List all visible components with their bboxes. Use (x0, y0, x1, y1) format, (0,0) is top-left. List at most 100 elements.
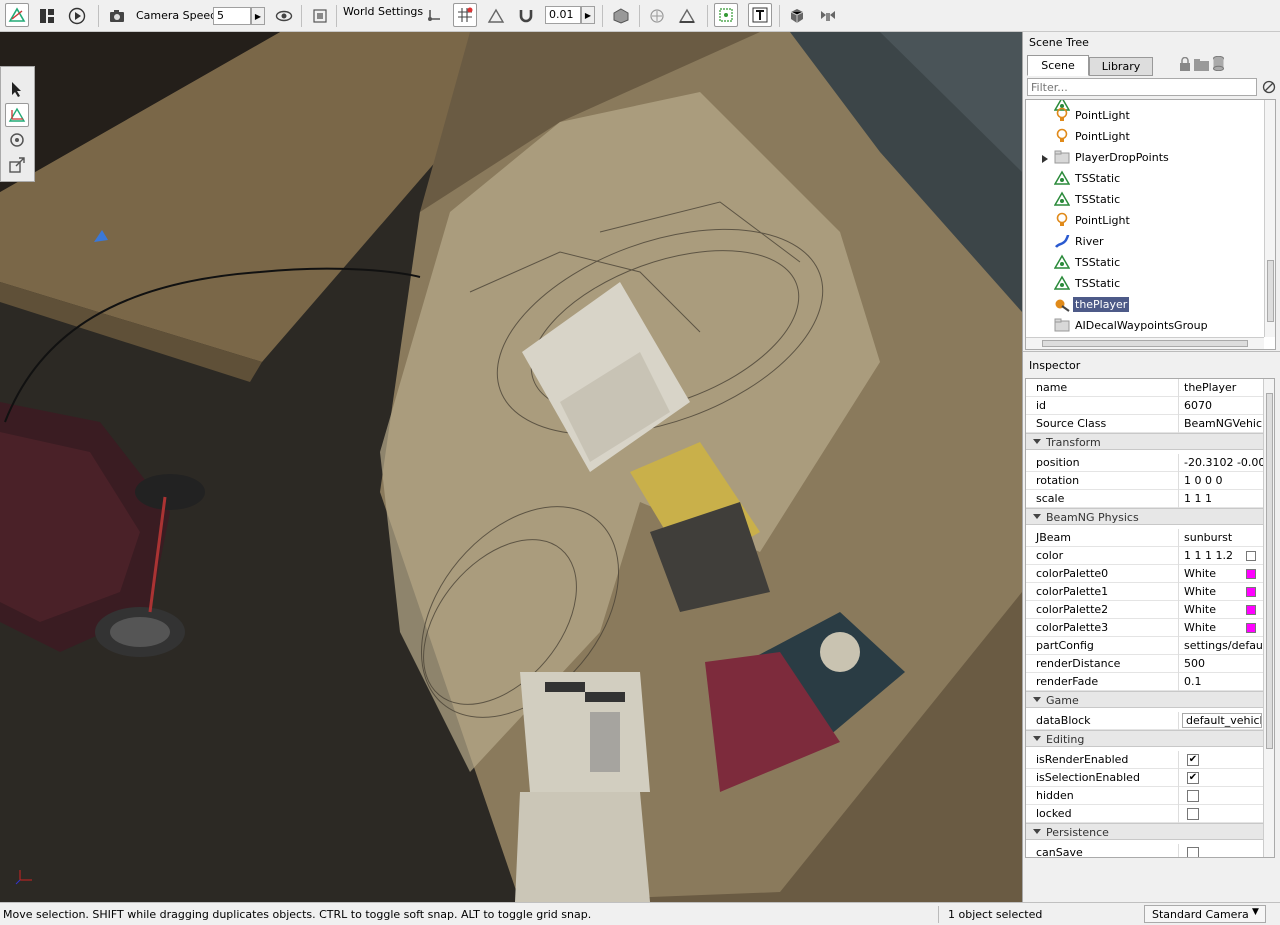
tsstatic-icon (1053, 191, 1071, 207)
field-label: colorPalette2 (1036, 603, 1109, 616)
database-icon[interactable] (1213, 55, 1224, 72)
object-box-icon[interactable] (609, 4, 633, 28)
eye-icon[interactable] (272, 4, 296, 28)
tree-item[interactable]: TSStatic (1026, 273, 1266, 294)
tree-item[interactable]: PointLight (1026, 126, 1266, 147)
field-value[interactable]: 1 1 1 (1184, 492, 1264, 505)
color-swatch[interactable] (1246, 605, 1256, 615)
filter-input[interactable] (1027, 78, 1257, 96)
field-checkbox[interactable] (1187, 847, 1199, 857)
color-swatch[interactable] (1246, 623, 1256, 633)
color-picker-icon[interactable] (1246, 551, 1256, 561)
snap-size-increment-button[interactable]: ▶ (581, 6, 595, 24)
tsstatic-icon (1053, 254, 1071, 270)
tab-scene[interactable]: Scene (1027, 55, 1089, 76)
inspector-row: scale 1 1 1 (1026, 490, 1264, 508)
folder-add-icon[interactable] (1194, 59, 1210, 71)
inspector-group-header[interactable]: Game (1026, 691, 1264, 708)
scale-gizmo-icon[interactable] (5, 153, 29, 177)
camera-speed-label: Camera Speed (136, 9, 218, 22)
inspector-group-header[interactable]: Editing (1026, 730, 1264, 747)
tree-item[interactable]: thePlayer (1026, 294, 1266, 315)
move-gizmo-icon[interactable] (5, 103, 29, 127)
tree-item[interactable]: River (1026, 231, 1266, 252)
3d-viewport[interactable] (0, 32, 1022, 902)
inspector-row: name thePlayer (1026, 379, 1264, 397)
snap-size-input[interactable]: 0.01 (545, 6, 581, 24)
inspector-group-header[interactable]: Transform (1026, 433, 1264, 450)
camera-mode-select[interactable]: Standard Camera ▼ (1144, 905, 1266, 923)
snap-to-bone-icon[interactable] (423, 4, 447, 28)
grid-snap-icon[interactable] (453, 3, 477, 27)
inspector-row: colorPalette2 White (1026, 601, 1264, 619)
field-label: name (1036, 381, 1068, 394)
field-value[interactable]: BeamNGVehicle (1184, 417, 1264, 430)
world-settings-label[interactable]: World Settings (343, 5, 423, 18)
tree-item-label: TSStatic (1075, 256, 1121, 269)
field-checkbox[interactable] (1187, 790, 1199, 802)
camera-speed-input[interactable]: 5 (213, 7, 251, 25)
field-label: renderDistance (1036, 657, 1121, 670)
fit-view-icon[interactable] (308, 4, 332, 28)
field-checkbox[interactable]: ✔ (1187, 754, 1199, 766)
tree-horizontal-scrollbar[interactable] (1026, 337, 1264, 349)
tree-item-label: PointLight (1075, 130, 1130, 143)
select-arrow-icon[interactable] (5, 77, 29, 101)
prefab-icon[interactable] (785, 4, 809, 28)
scene-tree-list[interactable]: PointLight PointLight PlayerDropPoints TSSt… (1025, 99, 1276, 350)
field-label: id (1036, 399, 1047, 412)
magnet-icon[interactable] (514, 4, 538, 28)
field-dropdown[interactable]: default_vehicle (1182, 713, 1262, 728)
group-label: Transform (1046, 436, 1101, 449)
tree-item[interactable]: TSStatic (1026, 252, 1266, 273)
field-value[interactable]: thePlayer (1184, 381, 1264, 394)
field-label: isSelectionEnabled (1036, 771, 1140, 784)
field-value[interactable]: 0.1 (1184, 675, 1264, 688)
field-value[interactable]: 6070 (1184, 399, 1264, 412)
terrain-snap-icon[interactable] (484, 4, 508, 28)
explode-prefab-icon[interactable] (816, 4, 840, 28)
tree-item[interactable]: PointLight (1026, 210, 1266, 231)
tree-vertical-scrollbar[interactable] (1264, 100, 1275, 337)
camera-speed-increment-button[interactable]: ▶ (251, 7, 265, 25)
lock-icon[interactable] (1179, 56, 1191, 71)
inspector-group-header[interactable]: Persistence (1026, 823, 1264, 840)
world-axis-icon[interactable] (675, 4, 699, 28)
play-icon[interactable] (65, 4, 89, 28)
field-value[interactable]: 500 (1184, 657, 1264, 670)
collapse-arrow-icon (1033, 439, 1041, 444)
field-label: JBeam (1036, 531, 1072, 544)
select-box-icon[interactable] (714, 3, 738, 27)
field-value[interactable]: 1 0 0 0 (1184, 474, 1264, 487)
point-light-icon (1054, 128, 1070, 144)
text-labels-icon[interactable] (748, 3, 772, 27)
center-pivot-icon[interactable] (645, 4, 669, 28)
tree-item[interactable]: TSStatic (1026, 189, 1266, 210)
tree-item[interactable]: PointLight (1026, 105, 1266, 126)
tree-item[interactable]: AIDecalWaypointsGroup (1026, 315, 1266, 336)
field-checkbox[interactable] (1187, 808, 1199, 820)
clear-filter-icon[interactable] (1262, 80, 1276, 94)
inspector-row: colorPalette1 White (1026, 583, 1264, 601)
editor-layout-icon[interactable] (35, 4, 59, 28)
rotate-gizmo-icon[interactable] (5, 128, 29, 152)
field-value[interactable]: settings/default (1184, 639, 1264, 652)
field-value[interactable]: -20.3102 -0.002 (1184, 456, 1264, 469)
expand-arrow-icon[interactable] (1041, 153, 1049, 163)
tree-item[interactable]: TSStatic (1026, 168, 1266, 189)
tree-item-label: AIDecalWaypointsGroup (1075, 319, 1208, 332)
world-editor-icon[interactable] (5, 3, 29, 27)
field-label: scale (1036, 492, 1065, 505)
color-swatch[interactable] (1246, 569, 1256, 579)
field-checkbox[interactable]: ✔ (1187, 772, 1199, 784)
tree-item[interactable]: PlayerDropPoints (1026, 147, 1266, 168)
point-light-icon (1054, 212, 1070, 228)
tab-library[interactable]: Library (1089, 57, 1153, 76)
inspector-vertical-scrollbar[interactable] (1263, 379, 1274, 857)
scene-tree-title: Scene Tree (1029, 36, 1089, 49)
camera-icon[interactable] (105, 4, 129, 28)
inspector-group-header[interactable]: BeamNG Physics (1026, 508, 1264, 525)
field-value[interactable]: sunburst (1184, 531, 1264, 544)
tree-item-label: TSStatic (1075, 193, 1121, 206)
color-swatch[interactable] (1246, 587, 1256, 597)
